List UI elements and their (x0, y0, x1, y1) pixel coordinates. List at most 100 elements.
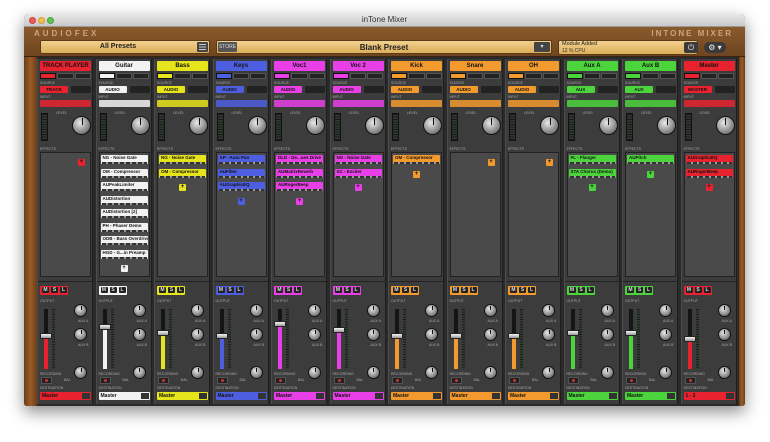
record-button[interactable] (392, 377, 403, 384)
mute-solo-button[interactable]: S (694, 287, 702, 293)
mute-solo-button[interactable]: S (577, 287, 585, 293)
balance-knob[interactable] (717, 366, 731, 379)
channel-selector[interactable] (133, 73, 150, 79)
channel-selector[interactable] (349, 73, 367, 79)
fader-handle[interactable] (40, 333, 52, 339)
add-effect-icon[interactable]: + (354, 184, 362, 191)
source-button[interactable]: MASTER (683, 86, 712, 93)
aux-a-send-knob[interactable] (659, 304, 672, 317)
add-effect-icon[interactable]: + (413, 170, 420, 178)
effect-slot[interactable]: AUFilter (217, 168, 265, 178)
balance-knob[interactable] (366, 366, 380, 379)
channel-selector[interactable] (308, 73, 325, 79)
record-button[interactable] (509, 377, 520, 384)
channel-selector[interactable] (115, 73, 133, 79)
mute-led-button[interactable] (539, 86, 559, 93)
channel-selector[interactable] (174, 73, 191, 79)
effect-slot[interactable]: AUGraphicEQ (685, 155, 733, 164)
aux-b-send-knob[interactable] (366, 328, 380, 341)
channel-name[interactable]: Keys (215, 61, 267, 71)
effect-slot[interactable]: DLD - De...ues Drive (276, 155, 323, 164)
mute-solo-button[interactable]: S (168, 287, 175, 293)
mute-solo-button[interactable]: M (276, 287, 283, 293)
channel-selector[interactable] (601, 73, 618, 79)
aux-a-send-knob[interactable] (425, 304, 438, 317)
channel-selector[interactable] (215, 73, 232, 79)
effect-slot[interactable]: XC - Exciter (334, 168, 382, 178)
channel-name[interactable]: Snare (449, 61, 501, 71)
mute-led-button[interactable] (422, 86, 442, 93)
record-button[interactable] (333, 377, 345, 384)
effect-slot[interactable]: NG - Noise Gate (100, 155, 148, 164)
fader-handle[interactable] (98, 324, 111, 330)
record-button[interactable] (567, 377, 579, 384)
aux-a-send-knob[interactable] (308, 304, 321, 317)
mute-led-button[interactable] (305, 86, 325, 93)
mute-solo-button[interactable]: L (352, 287, 360, 293)
effect-slot[interactable]: AUDistortion (100, 195, 148, 205)
channel-name[interactable]: Guitar (98, 61, 150, 71)
channel-selector[interactable] (57, 73, 74, 79)
mute-solo-button[interactable]: M (510, 287, 517, 293)
mute-solo-button[interactable]: M (217, 287, 225, 293)
mute-solo-button[interactable]: L (469, 287, 477, 293)
channel-selector[interactable] (332, 73, 349, 79)
input-selector[interactable] (449, 100, 501, 107)
effect-slot[interactable]: NG - Noise Gate (159, 155, 206, 164)
level-knob[interactable] (423, 116, 442, 135)
level-knob[interactable] (598, 116, 618, 135)
gear-icon[interactable]: ⚙ ▾ (704, 42, 726, 53)
mute-led-button[interactable] (714, 86, 735, 93)
mute-led-button[interactable] (129, 86, 150, 93)
mute-solo-button[interactable]: S (343, 287, 351, 293)
channel-selector[interactable] (449, 73, 466, 79)
input-selector[interactable] (508, 100, 559, 107)
source-button[interactable]: AUDIO (508, 86, 536, 93)
channel-selector[interactable] (700, 73, 718, 79)
aux-b-send-knob[interactable] (132, 328, 146, 341)
aux-b-send-knob[interactable] (659, 328, 672, 341)
destination-selector[interactable]: Master (566, 392, 618, 400)
channel-selector[interactable] (250, 73, 267, 79)
channel-selector[interactable] (274, 73, 291, 79)
balance-knob[interactable] (425, 366, 438, 379)
effect-slot[interactable]: AUMatrixReverb (276, 168, 323, 178)
effect-slot[interactable]: AURogerBeep (276, 182, 323, 191)
input-selector[interactable] (98, 100, 150, 107)
destination-selector[interactable]: Master (157, 392, 208, 400)
aux-b-send-knob[interactable] (717, 328, 731, 341)
effect-slot[interactable]: HGD - G...in Preamp (100, 249, 148, 259)
channel-name[interactable]: Voc1 (274, 61, 325, 71)
input-selector[interactable] (683, 100, 735, 107)
destination-selector[interactable]: Master (332, 392, 384, 400)
destination-selector[interactable]: Master (625, 392, 676, 400)
channel-selector[interactable] (40, 73, 57, 79)
source-button[interactable]: AUX (566, 86, 595, 93)
mute-solo-button[interactable]: L (586, 287, 594, 293)
effect-slot[interactable]: AUDistortion [2] (100, 209, 148, 218)
aux-b-send-knob[interactable] (191, 328, 204, 341)
channel-name[interactable]: Kick (391, 61, 442, 71)
add-effect-icon[interactable]: + (120, 265, 128, 272)
channel-selector[interactable] (484, 73, 501, 79)
record-button[interactable] (275, 377, 286, 384)
fader-handle[interactable] (157, 330, 169, 336)
effect-slot[interactable]: OM - Compressor (393, 155, 440, 164)
aux-b-send-knob[interactable] (600, 328, 614, 341)
input-selector[interactable] (157, 100, 208, 107)
channel-selector[interactable] (74, 73, 91, 79)
level-knob[interactable] (481, 116, 501, 135)
mute-solo-button[interactable]: S (519, 287, 526, 293)
channel-selector[interactable] (466, 73, 484, 79)
mute-solo-button[interactable]: M (568, 287, 576, 293)
fader-handle[interactable] (274, 321, 286, 327)
destination-selector[interactable]: Master (98, 392, 150, 400)
add-effect-icon[interactable]: + (588, 184, 596, 191)
channel-name[interactable]: Bass (157, 61, 208, 71)
channel-name[interactable]: OH (508, 61, 559, 71)
fader-handle[interactable] (215, 333, 228, 339)
source-button[interactable]: AUDIO (332, 86, 361, 93)
fader-handle[interactable] (332, 327, 345, 333)
level-knob[interactable] (657, 116, 676, 135)
mute-solo-button[interactable]: M (42, 287, 49, 293)
